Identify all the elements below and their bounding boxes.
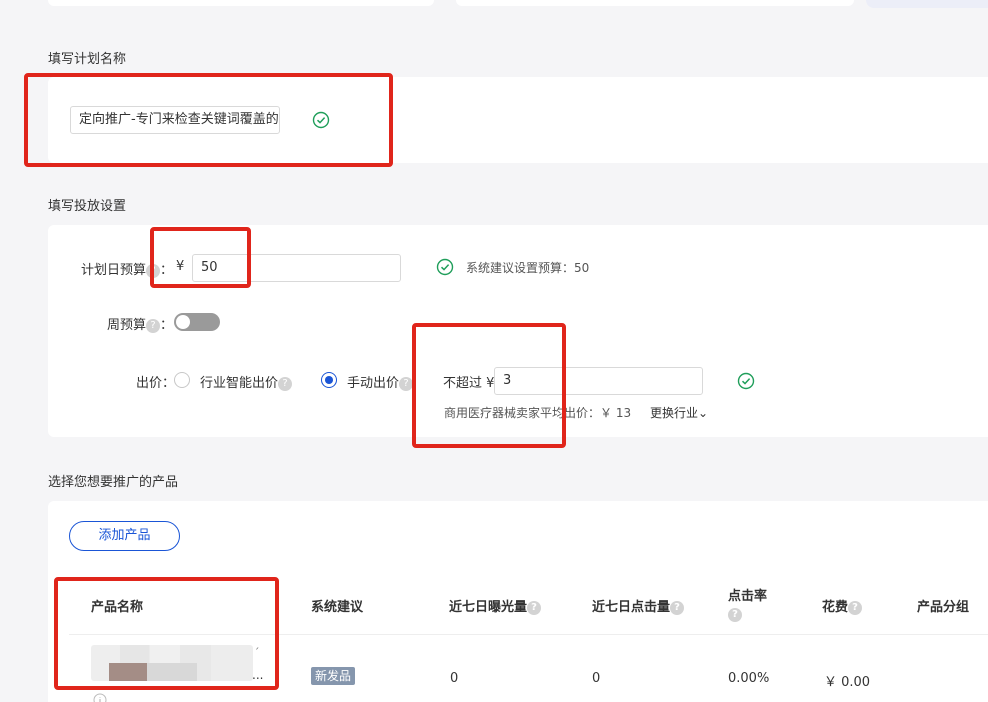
bid-manual-radio[interactable] bbox=[321, 372, 337, 388]
col-ctr-label: 点击率 bbox=[728, 589, 768, 604]
exposure-help-icon[interactable]: ? bbox=[527, 600, 542, 615]
bid-smart-radio[interactable] bbox=[174, 372, 190, 388]
col-product-group: 产品分组 bbox=[917, 600, 970, 615]
info-icon[interactable] bbox=[93, 693, 107, 702]
cell-clicks: 0 bbox=[592, 671, 601, 686]
plan-name-section-title: 填写计划名称 bbox=[48, 52, 127, 67]
highlight-box-product-name bbox=[54, 577, 279, 690]
change-industry-text: 更换行业 bbox=[650, 406, 699, 420]
bid-label: 出价： bbox=[136, 376, 176, 391]
change-industry-link[interactable]: 更换行业⌄ bbox=[650, 404, 708, 421]
col-cost-label: 花费 bbox=[822, 600, 849, 615]
col-system-suggestion: 系统建议 bbox=[311, 600, 364, 615]
top-card-right bbox=[456, 0, 854, 6]
highlight-box-bid bbox=[412, 323, 566, 448]
bid-smart-option[interactable]: 行业智能出价? bbox=[200, 372, 293, 391]
ctr-help-icon[interactable]: ? bbox=[728, 608, 742, 622]
highlight-box-daily-budget bbox=[150, 227, 251, 288]
cell-cost: ￥ 0.00 bbox=[824, 675, 871, 690]
col-7day-exposure-label: 近七日曝光量 bbox=[449, 600, 528, 615]
top-accent-tab bbox=[866, 0, 988, 8]
weekly-budget-help-icon[interactable]: ? bbox=[146, 318, 161, 333]
max-bid-valid-check-icon bbox=[737, 372, 755, 390]
chevron-down-icon: ⌄ bbox=[698, 406, 709, 420]
col-ctr: 点击率 ? bbox=[728, 585, 767, 622]
daily-budget-text: 计划日预算 bbox=[81, 263, 147, 278]
delivery-section-title: 填写投放设置 bbox=[48, 199, 127, 214]
highlight-box-plan-name bbox=[24, 73, 393, 167]
cost-help-icon[interactable]: ? bbox=[848, 600, 863, 615]
col-7day-clicks-label: 近七日点击量 bbox=[592, 600, 671, 615]
col-7day-clicks: 近七日点击量? bbox=[592, 596, 685, 615]
bid-manual-label: 手动出价 bbox=[347, 376, 400, 391]
clicks-help-icon[interactable]: ? bbox=[670, 600, 685, 615]
cell-ctr: 0.00% bbox=[728, 671, 770, 686]
col-cost: 花费? bbox=[822, 596, 863, 615]
bid-manual-help-icon[interactable]: ? bbox=[399, 376, 414, 391]
top-card-left bbox=[48, 0, 434, 6]
weekly-budget-colon: ： bbox=[160, 318, 174, 333]
add-product-button[interactable]: 添加产品 bbox=[69, 521, 180, 551]
cell-exposure: 0 bbox=[450, 671, 459, 686]
bid-manual-option[interactable]: 手动出价? bbox=[347, 372, 414, 391]
budget-suggestion: 系统建议设置预算：50 bbox=[466, 261, 590, 275]
bid-smart-help-icon[interactable]: ? bbox=[278, 376, 293, 391]
weekly-budget-toggle[interactable] bbox=[174, 313, 220, 331]
weekly-budget-label: 周预算?： bbox=[107, 314, 173, 333]
new-product-badge: 新发品 bbox=[311, 667, 356, 685]
weekly-budget-text: 周预算 bbox=[107, 318, 147, 333]
bid-smart-label: 行业智能出价 bbox=[200, 376, 279, 391]
product-section-title: 选择您想要推广的产品 bbox=[48, 475, 179, 490]
daily-budget-valid-check-icon bbox=[436, 258, 454, 276]
toggle-knob bbox=[176, 315, 190, 329]
col-7day-exposure: 近七日曝光量? bbox=[449, 596, 542, 615]
